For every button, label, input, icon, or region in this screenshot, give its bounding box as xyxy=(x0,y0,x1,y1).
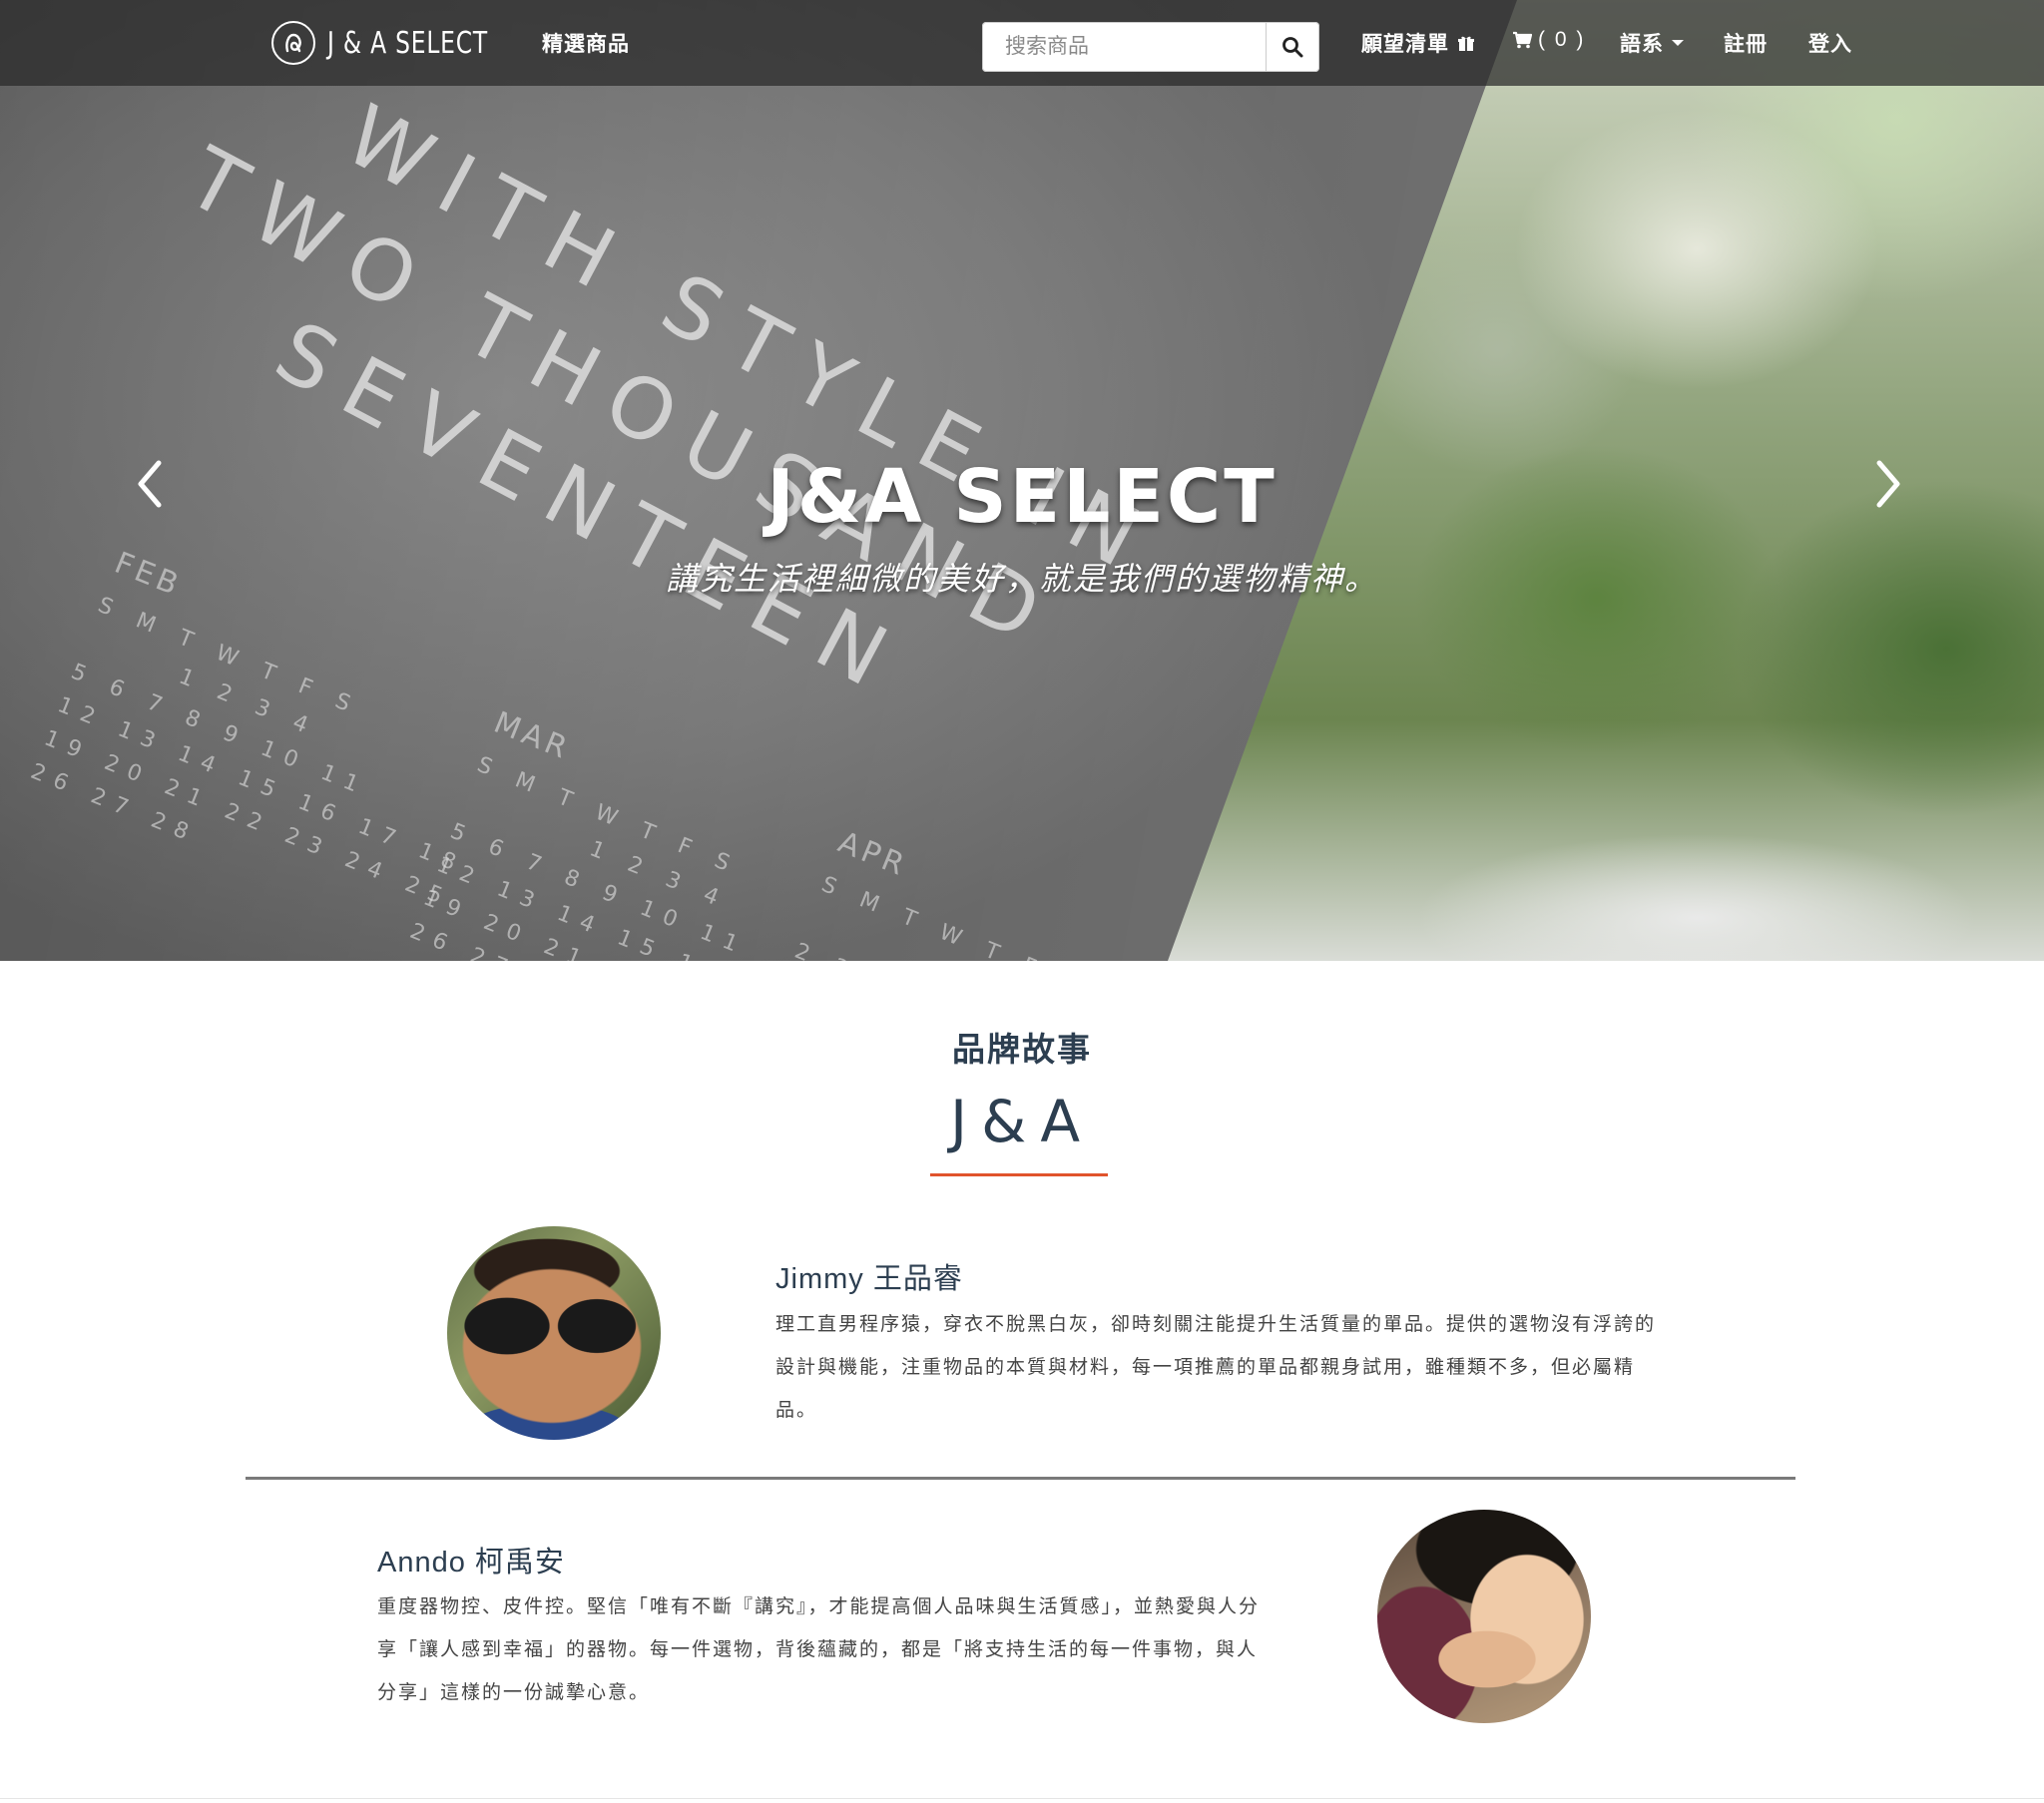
chevron-left-icon xyxy=(138,460,162,508)
language-label: 語系 xyxy=(1620,33,1664,56)
search-form xyxy=(982,22,1319,72)
section-divider xyxy=(246,1477,1795,1480)
person-bio-jimmy: 理工直男程序猿，穿衣不脫黑白灰，卻時刻關注能提升生活質量的單品。提供的選物沒有浮… xyxy=(775,1314,1657,1421)
brand-name: J & A SELECT xyxy=(327,25,488,61)
brand-link[interactable]: J & A SELECT xyxy=(271,20,533,66)
avatar-anndo xyxy=(1377,1510,1591,1723)
search-icon xyxy=(1282,37,1303,58)
nav-language-dropdown[interactable]: 語系 xyxy=(1620,28,1684,58)
brand-story-title: J&A xyxy=(949,1088,1094,1155)
chevron-right-icon xyxy=(1876,460,1900,508)
nav-wishlist[interactable]: 願望清單 xyxy=(1361,28,1475,58)
person-bio-anndo: 重度器物控、皮件控。堅信「唯有不斷『講究』，才能提高個人品味與生活質感」，並熱愛… xyxy=(377,1596,1261,1703)
caret-down-icon xyxy=(1672,40,1684,46)
nav-featured-products[interactable]: 精選商品 xyxy=(542,28,630,58)
carousel-next-button[interactable] xyxy=(1858,454,1918,514)
hero-subtitle: 講究生活裡細微的美好，就是我們的選物精神。 xyxy=(665,561,1378,597)
cart-count: ( 0 ) xyxy=(1538,28,1586,51)
nav-login[interactable]: 登入 xyxy=(1808,28,1852,58)
top-navbar: J & A SELECT 精選商品 願望清單 ( 0 ) 語系 xyxy=(0,0,2044,86)
nav-register[interactable]: 註冊 xyxy=(1724,28,1768,58)
circled-a-logo-icon xyxy=(271,21,315,65)
person-name-anndo: Anndo 柯禹安 xyxy=(377,1547,565,1578)
hero-carousel: WITH STYLE IN TWO THOUSAND SEVENTEEN FEB… xyxy=(0,0,2044,961)
wishlist-label: 願望清單 xyxy=(1361,33,1449,56)
gift-icon xyxy=(1458,36,1474,51)
footer-edge-line xyxy=(0,1798,2044,1799)
carousel-prev-button[interactable] xyxy=(120,454,180,514)
brand-story-heading: 品牌故事 xyxy=(952,1031,1092,1068)
nav-cart[interactable]: ( 0 ) xyxy=(1512,28,1585,52)
search-button[interactable] xyxy=(1266,22,1319,72)
accent-divider xyxy=(930,1173,1108,1176)
search-input[interactable] xyxy=(982,22,1266,72)
avatar-jimmy xyxy=(447,1226,661,1440)
cart-icon xyxy=(1513,31,1532,49)
person-name-jimmy: Jimmy 王品睿 xyxy=(775,1263,963,1295)
hero-title: J&A SELECT xyxy=(766,454,1278,540)
